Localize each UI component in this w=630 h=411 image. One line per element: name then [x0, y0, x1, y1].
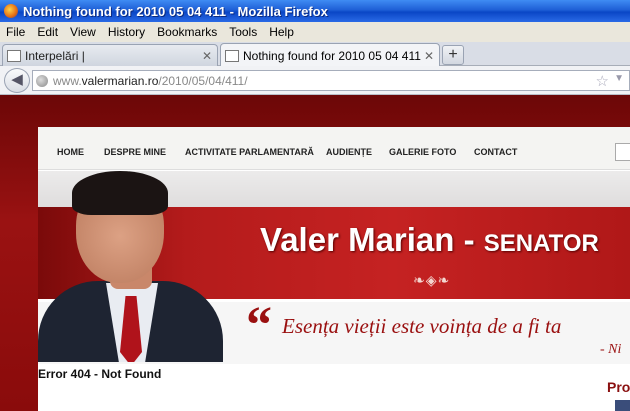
banner-title: Valer Marian - SENATOR: [260, 221, 599, 258]
nav-contact[interactable]: CONTACT: [474, 147, 517, 157]
tab-bar: Interpelări | ✕ Nothing found for 2010 0…: [0, 42, 630, 67]
menu-file[interactable]: File: [6, 25, 25, 39]
menu-view[interactable]: View: [70, 25, 96, 39]
menu-help[interactable]: Help: [269, 25, 294, 39]
close-icon[interactable]: ✕: [424, 49, 434, 63]
portrait-hair: [72, 171, 168, 215]
quote-text: Esența vieții este voința de a fi ta: [282, 314, 562, 338]
quote-mark: “: [246, 297, 272, 354]
nav-galerie-foto[interactable]: GALERIE FOTO: [389, 147, 456, 157]
url-text: www.valermarian.ro/2010/05/04/411/: [53, 73, 248, 88]
nav-activitate-parlamentara[interactable]: ACTIVITATE PARLAMENTARĂ: [185, 147, 314, 157]
search-input[interactable]: [615, 143, 630, 161]
menu-tools[interactable]: Tools: [229, 25, 257, 39]
menu-edit[interactable]: Edit: [37, 25, 58, 39]
menu-bar: File Edit View History Bookmarks Tools H…: [0, 22, 630, 42]
arrow-left-icon: ◀: [11, 71, 23, 88]
nav-despre-mine[interactable]: DESPRE MINE: [104, 147, 166, 157]
sidebar-image[interactable]: [615, 400, 630, 411]
chevron-down-icon[interactable]: ▼: [614, 73, 624, 84]
globe-icon: [36, 74, 48, 87]
tab-label: Nothing found for 2010 05 04 411: [243, 48, 421, 63]
page-icon: [225, 49, 239, 62]
tab-label: Interpelări |: [25, 48, 85, 63]
sidebar-heading: Pro: [607, 379, 630, 395]
ornament-icon: ❧◈❧: [413, 272, 451, 288]
nav-audiente[interactable]: AUDIENȚE: [326, 147, 372, 157]
site-nav: HOME DESPRE MINE ACTIVITATE PARLAMENTARĂ…: [38, 127, 630, 170]
error-heading: Error 404 - Not Found: [38, 367, 162, 381]
close-icon[interactable]: ✕: [202, 49, 212, 63]
menu-bookmarks[interactable]: Bookmarks: [157, 25, 217, 39]
new-tab-button[interactable]: +: [442, 45, 464, 65]
tab-interpelari[interactable]: Interpelări | ✕: [2, 44, 218, 66]
bookmark-star-icon[interactable]: ☆: [596, 72, 609, 90]
tab-nothing-found[interactable]: Nothing found for 2010 05 04 411 ✕: [220, 43, 440, 67]
senator-portrait: [38, 171, 223, 362]
navigation-toolbar: ◀ www.valermarian.ro/2010/05/04/411/ ☆ ▼: [0, 66, 630, 95]
nav-home[interactable]: HOME: [57, 147, 84, 157]
address-bar[interactable]: www.valermarian.ro/2010/05/04/411/ ☆ ▼: [32, 70, 630, 91]
menu-history[interactable]: History: [108, 25, 145, 39]
window-title: Nothing found for 2010 05 04 411 - Mozil…: [23, 3, 328, 19]
back-button[interactable]: ◀: [4, 68, 30, 93]
window-titlebar: Nothing found for 2010 05 04 411 - Mozil…: [0, 0, 630, 22]
firefox-icon: [4, 4, 18, 18]
page-icon: [7, 49, 21, 62]
quote-author: - Ni: [600, 342, 622, 357]
